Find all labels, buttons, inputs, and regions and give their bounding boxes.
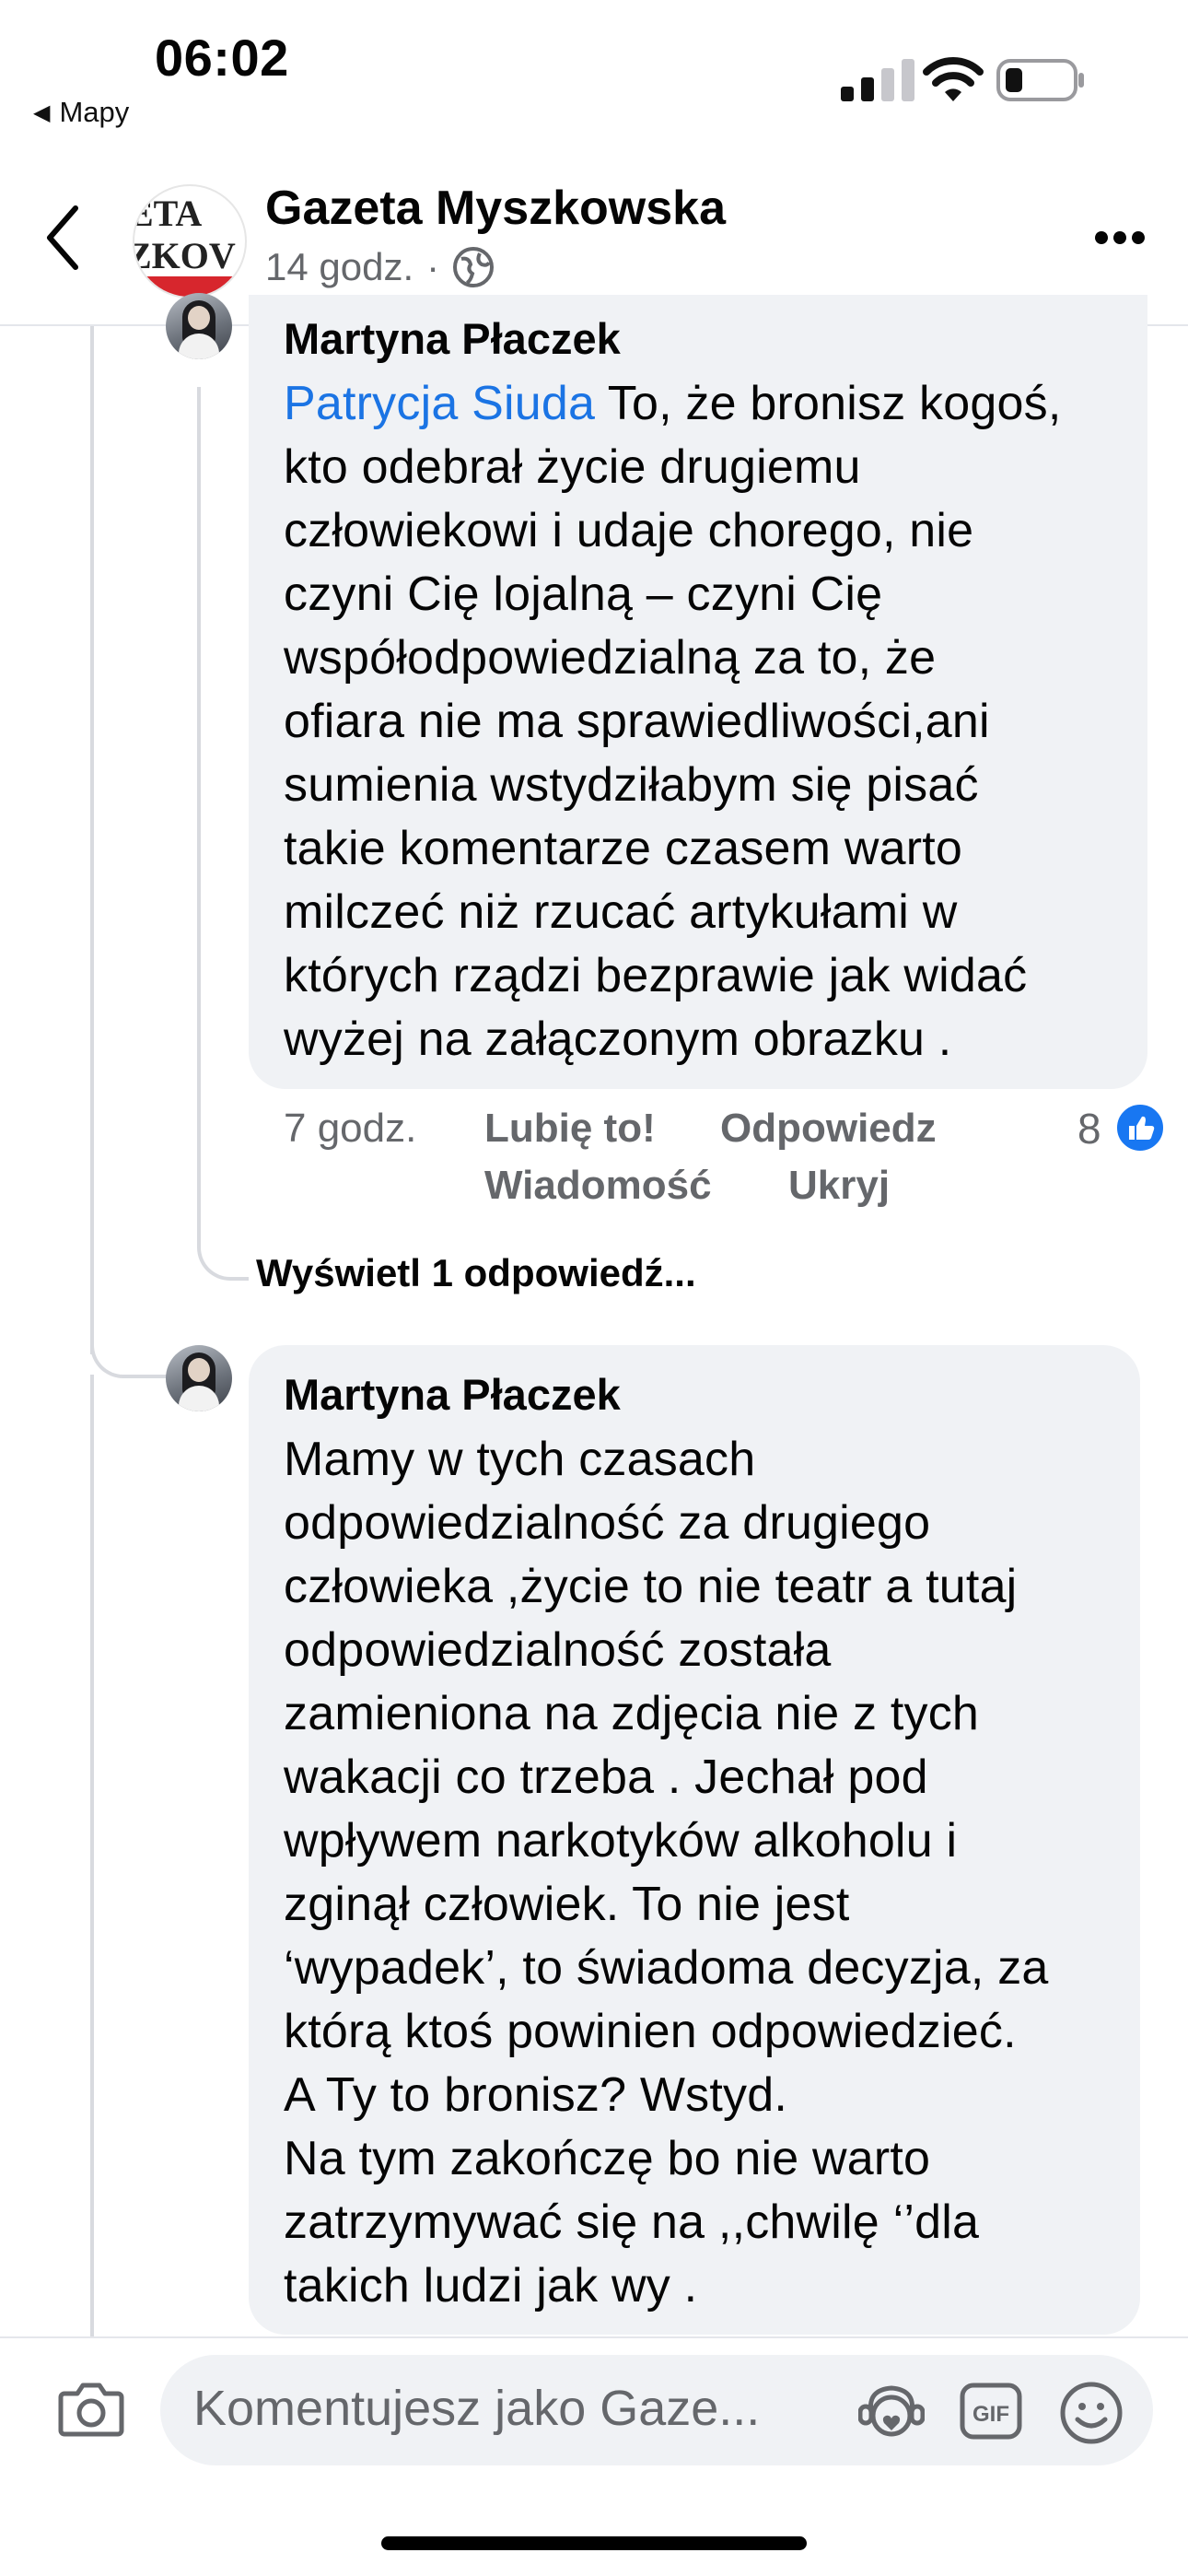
like-button[interactable]: Lubię to! — [484, 1106, 656, 1152]
svg-text:GIF: GIF — [973, 2402, 1009, 2427]
comment-line: którą ktoś powinien odpowiedzieć. — [284, 2005, 1017, 2058]
cellular-signal-icon — [841, 59, 914, 101]
comment-line: ofiara nie ma sprawiedliwości,ani — [284, 695, 990, 748]
thread-line-parent — [90, 326, 94, 1354]
avatar-sticker-icon[interactable] — [858, 2381, 925, 2440]
comment-author[interactable]: Martyna Płaczek — [284, 311, 1112, 367]
comment-line: zamieniona na zdjęcia nie z tych — [284, 1687, 980, 1740]
comment-line: zginął człowiek. To nie jest — [284, 1878, 850, 1931]
back-triangle-icon: ◀ — [33, 100, 51, 125]
comment-line: milczeć niż rzucać artykułami w — [284, 885, 958, 939]
back-to-app-link[interactable]: ◀ Mapy — [33, 96, 129, 129]
avatar-logo-text-top: ETA — [133, 193, 203, 234]
comment-line: współodpowiedzialną za to, że — [284, 631, 937, 685]
comment-line: odpowiedzialność została — [284, 1623, 832, 1677]
comment-bubble: Martyna Płaczek Patrycja Siuda To, że br… — [249, 295, 1147, 1089]
camera-icon[interactable] — [57, 2379, 125, 2438]
comment-line: czyni Cię lojalną – czyni Cię — [284, 568, 883, 621]
thread-connector-view-replies — [197, 1225, 249, 1281]
post-meta: 14 godz. · — [265, 245, 495, 289]
comment-line: człowieka ,życie to nie teatr a tutaj — [284, 1560, 1018, 1613]
reply-button[interactable]: Odpowiedz — [720, 1106, 937, 1152]
comment-line: takie komentarze czasem warto — [284, 822, 962, 875]
thread-line-lower — [90, 1375, 94, 2336]
comment-line: kto odebrał życie drugiemu — [284, 440, 861, 494]
comment-line: Na tym zakończę bo nie warto — [284, 2132, 931, 2185]
comment-line: wakacji co trzeba . Jechał pod — [284, 1751, 928, 1804]
home-indicator[interactable] — [381, 2536, 807, 2550]
status-time: 06:02 — [155, 29, 289, 87]
page-title[interactable]: Gazeta Myszkowska — [265, 181, 726, 236]
comment-line: człowiekowi i udaje chorego, nie — [284, 504, 974, 557]
post-age: 14 godz. — [265, 245, 414, 288]
comment-author[interactable]: Martyna Płaczek — [284, 1367, 1105, 1423]
comment-bubble: Martyna Płaczek Mamy w tych czasach odpo… — [249, 1345, 1140, 2335]
avatar-face — [188, 1358, 210, 1382]
back-app-label: Mapy — [59, 96, 130, 128]
comment-line: zatrzymywać się na ,,chwilę ‘’dla — [284, 2195, 980, 2249]
commenter-avatar[interactable] — [166, 1345, 232, 1411]
meta-separator: · — [426, 245, 440, 288]
reaction-count[interactable]: 8 — [1077, 1104, 1101, 1153]
wifi-icon — [923, 57, 984, 101]
comment-input-placeholder[interactable]: Komentujesz jako Gaze... — [193, 2380, 829, 2437]
view-replies-link[interactable]: Wyświetl 1 odpowiedź... — [256, 1251, 696, 1295]
comment-line: wyżej na załączonym obrazku . — [284, 1013, 952, 1066]
comment-time: 7 godz. — [284, 1106, 417, 1151]
emoji-icon[interactable] — [1059, 2381, 1124, 2445]
comment-line: ‘wypadek’, to świadoma decyzja, za — [284, 1941, 1049, 1995]
battery-icon — [996, 59, 1084, 101]
avatar-logo-text-bottom: ZKOV — [133, 235, 236, 276]
thread-line-reply — [197, 387, 201, 1235]
commenter-avatar[interactable] — [166, 293, 232, 359]
comment-line: wpływem narkotyków alkoholu i — [284, 1814, 958, 1868]
globe-icon — [453, 247, 495, 287]
mention-link[interactable]: Patrycja Siuda — [284, 377, 595, 430]
comment-line: sumienia wstydziłabym się pisać — [284, 758, 979, 812]
comment-line: odpowiedzialność za drugiego — [284, 1496, 931, 1550]
avatar-face — [188, 306, 210, 330]
thumbs-up-icon — [1129, 1116, 1155, 1140]
thread-connector-second — [90, 1317, 173, 1378]
comment-line: A Ty to bronisz? Wstyd. — [284, 2068, 787, 2122]
gif-icon[interactable]: GIF — [960, 2383, 1022, 2440]
like-reaction-icon[interactable] — [1114, 1102, 1166, 1153]
composer-divider — [0, 2336, 1188, 2338]
back-chevron-icon[interactable] — [44, 205, 81, 271]
more-options-icon[interactable] — [1094, 230, 1146, 245]
hide-button[interactable]: Ukryj — [788, 1163, 890, 1209]
comment-text: Patrycja Siuda To, że bronisz kogoś, kto… — [284, 372, 1112, 1071]
comment-line: takich ludzi jak wy . — [284, 2259, 698, 2313]
comment-line: To, że bronisz kogoś, — [595, 377, 1062, 430]
page-avatar[interactable]: ETA ZKOV — [133, 184, 247, 299]
message-button[interactable]: Wiadomość — [484, 1163, 712, 1209]
comment-text: Mamy w tych czasach odpowiedzialność za … — [284, 1428, 1105, 2318]
comment-line: Mamy w tych czasach — [284, 1433, 756, 1486]
comment-line: których rządzi bezprawie jak widać — [284, 949, 1028, 1002]
